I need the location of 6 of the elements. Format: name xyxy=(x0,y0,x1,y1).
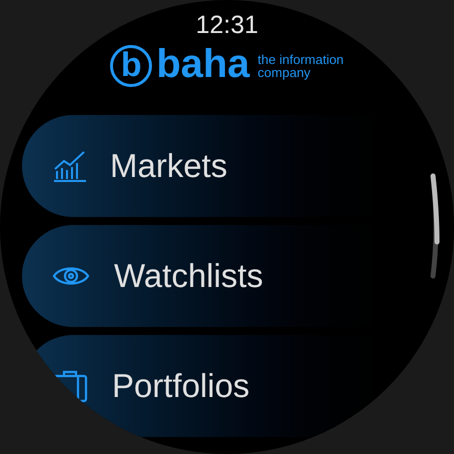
logo-mark: b xyxy=(110,45,152,87)
logo-tagline: company xyxy=(258,66,312,79)
logo-name: baha xyxy=(156,44,250,88)
logo-tagline: the information xyxy=(258,53,344,66)
chart-icon xyxy=(52,149,86,183)
clock-time: 12:31 xyxy=(196,10,258,40)
